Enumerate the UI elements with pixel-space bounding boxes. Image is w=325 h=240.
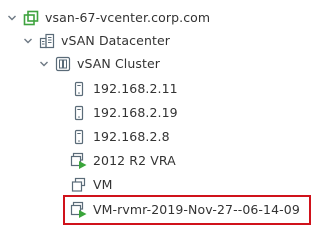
host-icon <box>70 80 88 98</box>
tree-node-cluster[interactable]: vSAN Cluster <box>38 53 160 75</box>
tree-node-datacenter[interactable]: vSAN Datacenter <box>22 30 170 52</box>
tree-node-vm[interactable]: VM-rvmr-2019-Nov-27--06-14-09 <box>70 199 300 221</box>
tree-node-vcenter[interactable]: vsan-67-vcenter.corp.com <box>6 7 210 29</box>
tree-node-label: 192.168.2.8 <box>93 129 170 144</box>
tree-node-vm[interactable]: 2012 R2 VRA <box>70 150 176 172</box>
inventory-tree: vsan-67-vcenter.corp.com vSAN Datacenter <box>0 0 325 237</box>
tree-node-host[interactable]: 192.168.2.8 <box>70 126 170 148</box>
tree-node-label: vSAN Datacenter <box>61 33 171 48</box>
tree-node-label: vsan-67-vcenter.corp.com <box>45 10 211 25</box>
tree-node-host[interactable]: 192.168.2.19 <box>70 102 178 124</box>
tree-node-label: 2012 R2 VRA <box>93 153 176 168</box>
tree-node-label: 192.168.2.19 <box>93 105 178 120</box>
host-icon <box>70 104 88 122</box>
cluster-icon <box>54 55 72 73</box>
vm-powered-on-icon <box>70 201 88 219</box>
tree-node-host[interactable]: 192.168.2.11 <box>70 78 178 100</box>
tree-node-label: vSAN Cluster <box>77 56 161 71</box>
datacenter-icon <box>38 32 56 50</box>
tree-node-label: VM <box>93 177 113 192</box>
vm-powered-on-icon <box>70 152 88 170</box>
vm-icon <box>70 176 88 194</box>
tree-node-label: 192.168.2.11 <box>93 81 178 96</box>
chevron-down-icon[interactable] <box>22 35 34 47</box>
host-icon <box>70 128 88 146</box>
chevron-down-icon[interactable] <box>6 12 18 24</box>
tree-node-label: VM-rvmr-2019-Nov-27--06-14-09 <box>93 202 300 217</box>
vcenter-icon <box>22 9 40 27</box>
chevron-down-icon[interactable] <box>38 58 50 70</box>
tree-node-vm[interactable]: VM <box>70 174 113 196</box>
